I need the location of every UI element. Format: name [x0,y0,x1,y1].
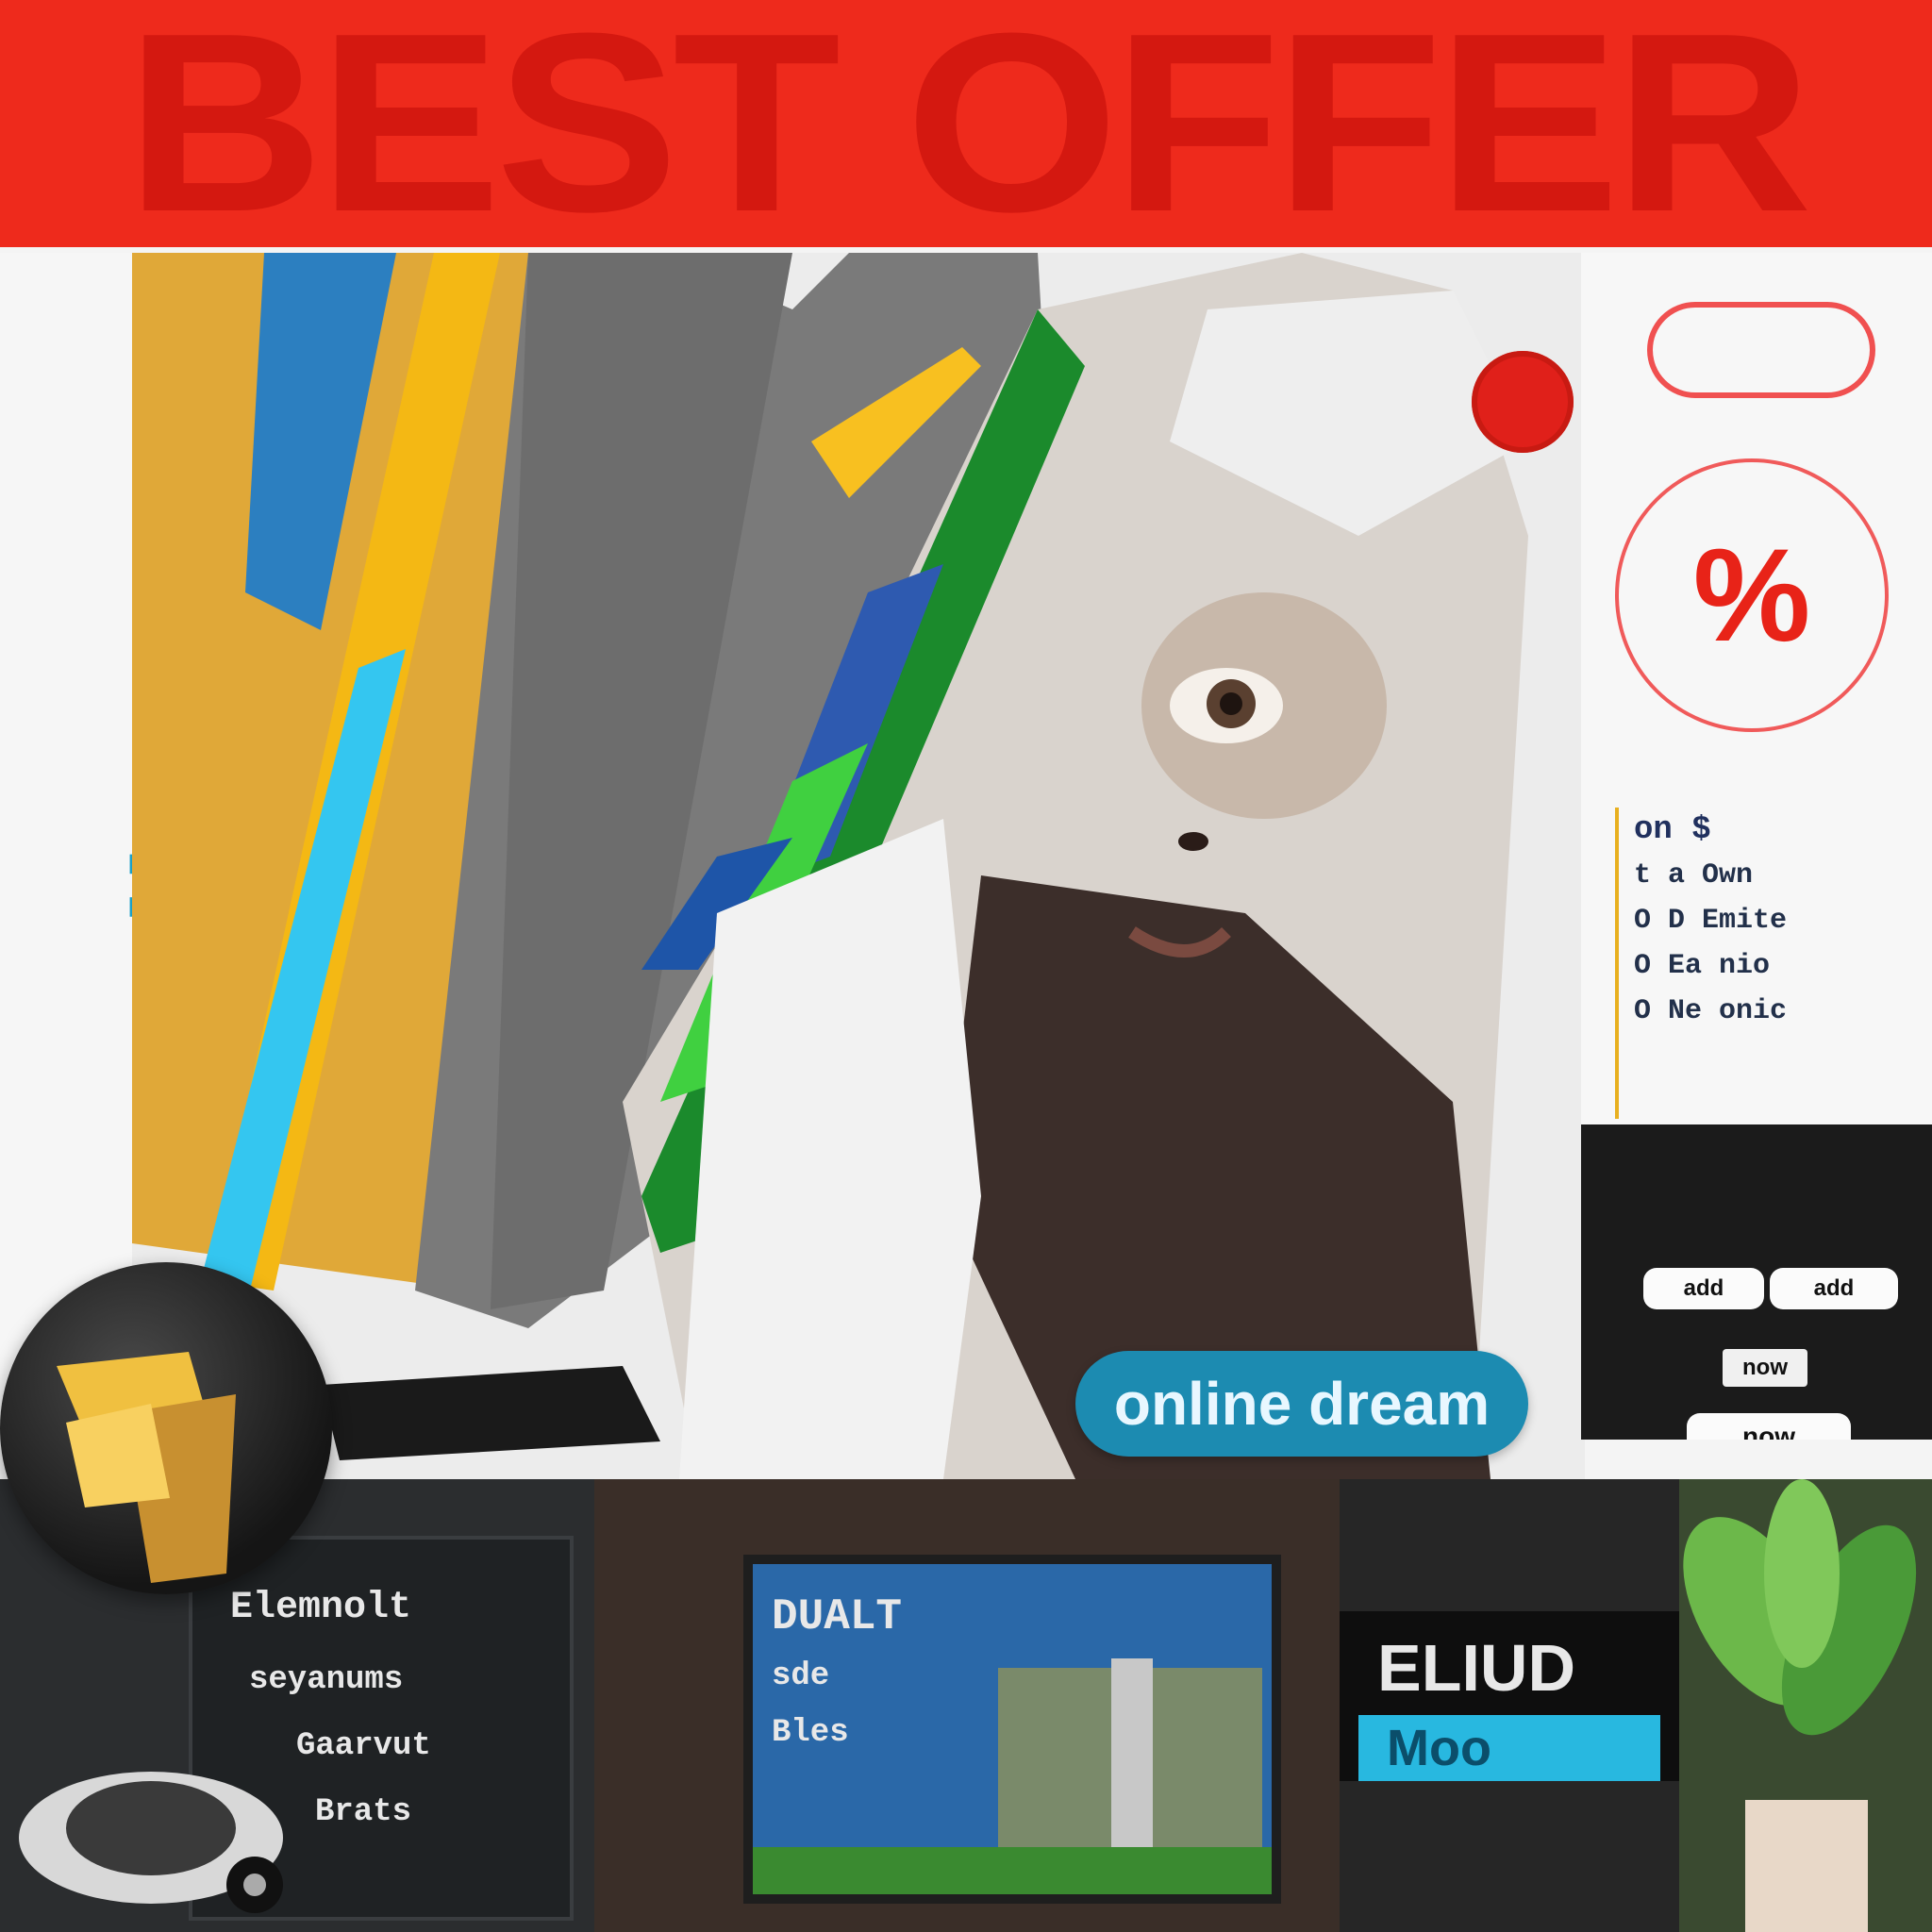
hero-illustration [132,253,1585,1479]
discount-badge: % [1615,458,1889,732]
sign-title: ELIUD [1377,1631,1575,1705]
chalk-text: Brats [315,1794,412,1830]
hero-photo [132,253,1585,1479]
folder-logo-icon [57,1352,236,1583]
shop-sign: ELIUD Moo [1340,1611,1679,1781]
car-illustration [19,1772,283,1913]
thumbnail-tile-2[interactable]: DUALT sde Bles [594,1479,1340,1932]
screen-grass [753,1847,1272,1894]
add-left-button[interactable]: add [1643,1268,1764,1309]
display-screen: DUALT sde Bles [743,1555,1281,1904]
list-item: O Ea nio [1634,950,1771,982]
small-label: now [1723,1349,1807,1387]
app-logo-badge[interactable] [0,1262,332,1594]
best-offer-banner: BEST OFFER [0,0,1932,247]
online-cta-button[interactable]: online dream [1075,1351,1528,1457]
screen-text: Bles [772,1715,849,1751]
list-item: t a Own [1634,859,1754,891]
thumbnail-tile-3[interactable]: ELIUD Moo [1340,1479,1932,1932]
chalk-text: Gaarvut [296,1728,431,1764]
list-item: O D Emite [1634,905,1788,937]
screen-text: sde [772,1658,830,1694]
list-item: on $ [1634,812,1711,848]
percent-icon: % [1692,521,1811,669]
sign-subtitle: Moo [1358,1715,1660,1781]
add-right-button[interactable]: add [1770,1268,1898,1309]
offer-side-panel: % on $ t a Own O D Emite O Ea nio O Ne o… [1581,253,1932,1440]
list-item: O Ne onic [1634,995,1788,1027]
primary-action-button[interactable]: now [1687,1413,1851,1440]
red-indicator-dot [1472,351,1574,453]
chalk-text: seyanums [249,1662,404,1698]
outline-pill-button[interactable] [1647,302,1875,398]
banner-title: BEST OFFER [125,0,1813,247]
screen-title: DUALT [772,1592,903,1641]
plant-illustration [1679,1479,1932,1932]
offer-feature-list: on $ t a Own O D Emite O Ea nio O Ne oni… [1615,808,1921,1119]
